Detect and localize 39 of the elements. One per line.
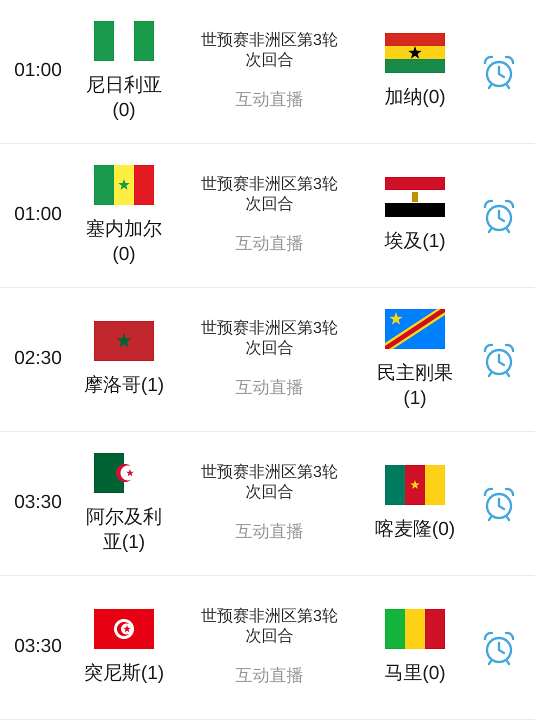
team-name: 民主刚果(1) <box>376 362 454 410</box>
match-time: 03:30 <box>13 635 63 660</box>
match-time: 03:30 <box>13 491 63 516</box>
match-time: 02:30 <box>13 347 63 372</box>
competition-name: 世预赛非洲区第3轮次回合 <box>200 30 339 71</box>
match-time: 01:00 <box>13 203 63 228</box>
team-name: 突尼斯(1) <box>82 662 166 686</box>
flag-icon <box>94 20 154 60</box>
team-name: 摩洛哥(1) <box>82 374 166 398</box>
team-name: 阿尔及利亚(1) <box>85 506 163 554</box>
team-name: 加纳(0) <box>383 86 447 110</box>
team-name: 喀麦隆(0) <box>374 518 456 542</box>
team-name: 塞内加尔(0) <box>85 218 163 266</box>
live-link[interactable]: 互动直播 <box>236 662 304 688</box>
alarm-clock-icon[interactable] <box>481 486 517 522</box>
competition-name: 世预赛非洲区第3轮次回合 <box>200 462 339 503</box>
flag-icon <box>385 465 445 505</box>
flag-icon <box>385 308 445 348</box>
flag-icon <box>94 164 154 204</box>
competition-name: 世预赛非洲区第3轮次回合 <box>200 318 339 359</box>
team-name: 尼日利亚(0) <box>85 74 163 122</box>
alarm-clock-icon[interactable] <box>481 630 517 666</box>
team-name: 埃及(1) <box>383 230 447 254</box>
team-name: 马里(0) <box>383 662 447 686</box>
live-link[interactable]: 互动直播 <box>236 86 304 112</box>
flag-icon <box>385 177 445 217</box>
alarm-clock-icon[interactable] <box>481 198 517 234</box>
alarm-clock-icon[interactable] <box>481 54 517 90</box>
flag-icon <box>94 321 154 361</box>
flag-icon <box>385 609 445 649</box>
competition-name: 世预赛非洲区第3轮次回合 <box>200 606 339 647</box>
live-link[interactable]: 互动直播 <box>236 374 304 400</box>
match-time: 01:00 <box>13 59 63 84</box>
flag-icon <box>94 609 154 649</box>
competition-name: 世预赛非洲区第3轮次回合 <box>200 174 339 215</box>
live-link[interactable]: 互动直播 <box>236 518 304 544</box>
alarm-clock-icon[interactable] <box>481 342 517 378</box>
live-link[interactable]: 互动直播 <box>236 230 304 256</box>
flag-icon <box>385 33 445 73</box>
